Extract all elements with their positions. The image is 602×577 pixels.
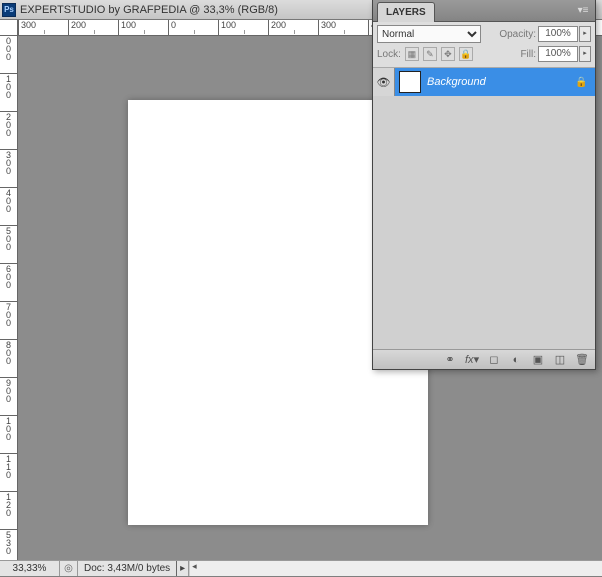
opacity-step-icon[interactable]: ▸ xyxy=(579,26,591,42)
blend-mode-select[interactable]: Normal xyxy=(377,25,481,43)
lock-label: Lock: xyxy=(377,49,401,60)
lock-transparency-icon[interactable]: ▦ xyxy=(405,47,419,61)
lock-position-icon[interactable]: ✥ xyxy=(441,47,455,61)
fill-label: Fill: xyxy=(520,49,536,60)
ruler-origin[interactable] xyxy=(0,20,17,36)
panel-options: Normal Opacity: 100% ▸ Lock: ▦ ✎ ✥ 🔒 Fil… xyxy=(373,22,595,68)
panel-footer: ⚭ fx▾ ◻ ◐ ▣ ◫ 🗑 xyxy=(373,349,595,369)
adjustment-layer-icon[interactable]: ◐ xyxy=(509,354,523,366)
new-group-icon[interactable]: ▣ xyxy=(531,353,545,366)
layer-effects-icon[interactable]: fx▾ xyxy=(465,353,479,366)
status-bar: 33,33% ◎ Doc: 3,43M/0 bytes ▸ xyxy=(0,560,602,576)
delete-layer-icon[interactable]: 🗑 xyxy=(575,353,589,366)
visibility-eye-icon[interactable]: 👁 xyxy=(373,68,395,96)
opacity-label: Opacity: xyxy=(499,29,536,40)
lock-pixels-icon[interactable]: ✎ xyxy=(423,47,437,61)
zoom-field[interactable]: 33,33% xyxy=(0,561,60,576)
panel-tabbar: LAYERS ▾≡ xyxy=(373,0,595,22)
opacity-field[interactable]: 100% xyxy=(538,26,578,42)
new-layer-icon[interactable]: ◫ xyxy=(553,353,567,366)
link-layers-icon[interactable]: ⚭ xyxy=(443,353,457,366)
fill-field[interactable]: 100% xyxy=(538,46,578,62)
layer-thumbnail[interactable] xyxy=(399,71,421,93)
layer-row-background[interactable]: 👁 Background 🔒 xyxy=(373,68,595,96)
status-expand-icon[interactable]: ▸ xyxy=(177,561,189,576)
layer-mask-icon[interactable]: ◻ xyxy=(487,353,501,366)
layer-list[interactable]: 👁 Background 🔒 xyxy=(373,68,595,349)
panel-menu-icon[interactable]: ▾≡ xyxy=(573,5,593,16)
lock-all-icon[interactable]: 🔒 xyxy=(459,47,473,61)
tab-layers[interactable]: LAYERS xyxy=(377,2,435,22)
layers-panel: LAYERS ▾≡ Normal Opacity: 100% ▸ Lock: ▦… xyxy=(372,0,596,370)
fill-step-icon[interactable]: ▸ xyxy=(579,46,591,62)
layer-name[interactable]: Background xyxy=(425,76,575,88)
status-icon[interactable]: ◎ xyxy=(60,561,78,576)
vertical-ruler: 000 100 200 300 400 500 600 700 800 900 … xyxy=(0,20,18,560)
app-logo: Ps xyxy=(2,3,16,17)
horizontal-scrollbar[interactable] xyxy=(189,561,602,576)
doc-size-label[interactable]: Doc: 3,43M/0 bytes xyxy=(78,561,177,576)
layer-lock-icon[interactable]: 🔒 xyxy=(575,77,591,88)
